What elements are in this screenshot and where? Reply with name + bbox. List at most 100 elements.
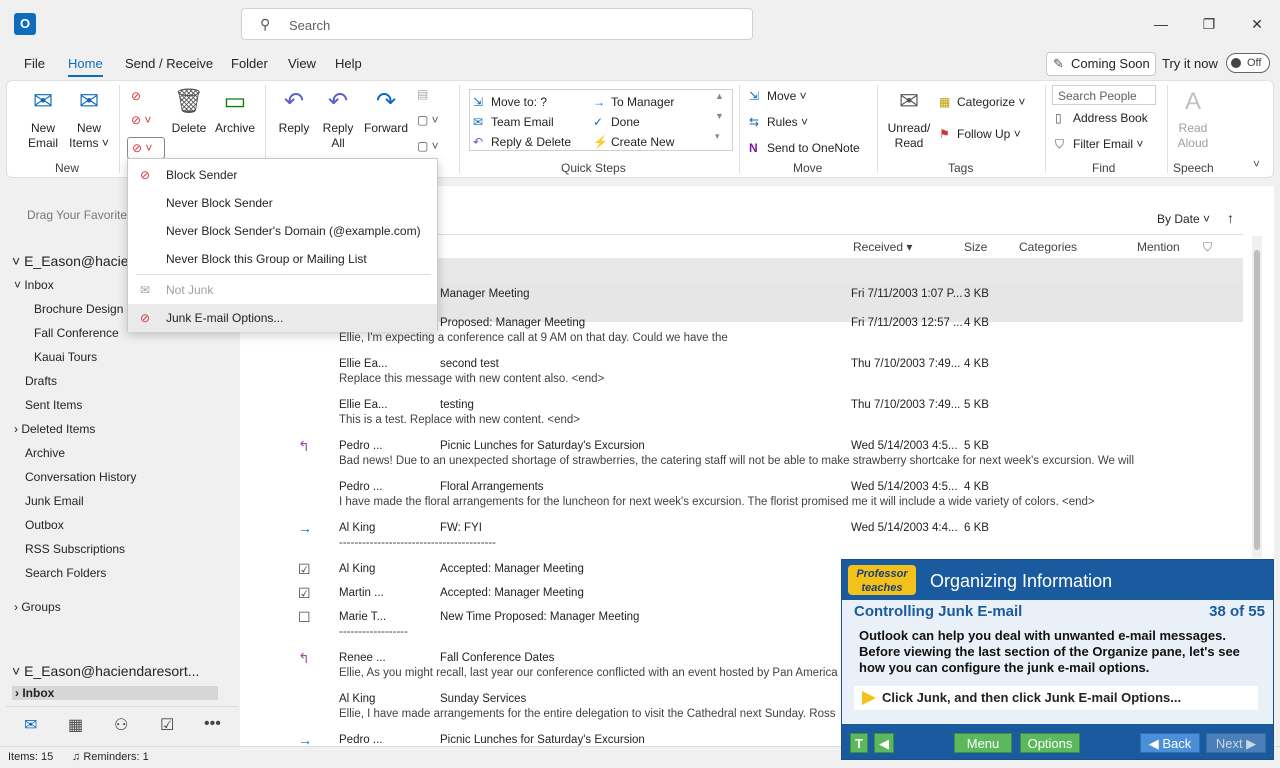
tutorial-back-button[interactable]: ◀ Back: [1140, 733, 1200, 753]
search-box[interactable]: ⚲ Search: [241, 8, 753, 40]
minimize-button[interactable]: —: [1146, 10, 1176, 38]
more-respond-icon[interactable]: ▢ ˅: [417, 139, 439, 153]
menu-item-never-block-domain[interactable]: Never Block Sender's Domain (@example.co…: [128, 217, 437, 245]
new-email-button[interactable]: ✉ New Email: [23, 87, 63, 151]
menu-item-block-sender[interactable]: ⊘ Block Sender: [128, 161, 437, 189]
mail-icon[interactable]: ✉: [24, 715, 37, 735]
list-scrollbar[interactable]: [1252, 236, 1262, 558]
archive-button[interactable]: ▭ Archive: [213, 87, 257, 136]
tutorial-next-button[interactable]: Next ▶: [1206, 733, 1266, 753]
scrollbar-thumb[interactable]: [1254, 250, 1260, 550]
folder-fall-conference[interactable]: Fall Conference: [34, 326, 119, 340]
menu-divider: [136, 274, 431, 275]
junk-dropdown-button[interactable]: ⊘ ˅: [127, 137, 165, 159]
tutorial-options-button[interactable]: Options: [1020, 733, 1080, 753]
tab-view[interactable]: View: [288, 56, 316, 71]
tutorial-t-button[interactable]: T: [850, 733, 868, 753]
account-header-2[interactable]: ˅ E_Eason@haciendaresort...: [12, 663, 199, 679]
folder-kauai-tours[interactable]: Kauai Tours: [34, 350, 97, 364]
tutorial-menu-button[interactable]: Menu: [954, 733, 1012, 753]
table-row[interactable]: Ellie Ea... second test Thu 7/10/2003 7:49…: [240, 352, 1243, 392]
collapse-ribbon-icon[interactable]: ˅: [1253, 157, 1260, 171]
message-size: 4 KB: [964, 317, 989, 329]
sort-direction-icon[interactable]: ↑: [1227, 210, 1234, 226]
account-header-1[interactable]: ˅ E_Eason@hacie: [12, 253, 129, 269]
quick-steps-scroll-icon[interactable]: ▲ ▼ ▾: [715, 91, 724, 142]
more-apps-icon[interactable]: •••: [204, 715, 221, 733]
categorize-button[interactable]: ▦ Categorize ˅: [939, 95, 1025, 109]
folder-deleted-items[interactable]: › Deleted Items: [14, 422, 95, 436]
tab-file[interactable]: File: [24, 56, 45, 71]
new-items-button[interactable]: ✉ New Items ˅: [67, 87, 111, 151]
meeting-icon[interactable]: ▤: [417, 87, 428, 101]
column-mention[interactable]: Mention: [1137, 240, 1180, 254]
folder-search-folders[interactable]: Search Folders: [25, 566, 106, 580]
table-row[interactable]: Pedro ... Floral Arrangements Wed 5/14/200…: [240, 475, 1243, 515]
folder-drafts[interactable]: Drafts: [25, 374, 57, 388]
reply-all-button[interactable]: ↶ Reply All: [317, 87, 359, 151]
folder-rss-subscriptions[interactable]: RSS Subscriptions: [25, 542, 125, 556]
try-it-toggle[interactable]: Off: [1226, 53, 1270, 73]
folder-outbox[interactable]: Outbox: [25, 518, 64, 532]
folder-junk-email[interactable]: Junk Email: [25, 494, 84, 508]
quick-step-move-to[interactable]: ⇲ Move to: ?: [473, 95, 547, 109]
menu-item-never-block-group[interactable]: Never Block this Group or Mailing List: [128, 245, 437, 273]
tutorial-prev-icon[interactable]: ◀: [874, 733, 894, 753]
send-to-onenote-button[interactable]: N Send to OneNote: [749, 141, 860, 155]
tasks-icon[interactable]: ☑: [160, 715, 174, 735]
tab-home[interactable]: Home: [68, 56, 103, 77]
message-subject: Accepted: Manager Meeting: [440, 587, 584, 599]
folder-sent-items[interactable]: Sent Items: [25, 398, 82, 412]
tab-help[interactable]: Help: [335, 56, 362, 71]
read-aloud-button[interactable]: A Read Aloud: [1173, 87, 1213, 151]
quick-step-team-email[interactable]: ✉ Team Email: [473, 115, 554, 129]
column-received[interactable]: Received ▾: [853, 240, 912, 254]
rules-button[interactable]: ⇆ Rules ˅: [749, 115, 808, 129]
quick-step-create-new[interactable]: ⚡ Create New: [593, 135, 674, 149]
table-row[interactable]: Ellie Ea... testing Thu 7/10/2003 7:49... 5…: [240, 393, 1243, 433]
follow-up-button[interactable]: ⚑ Follow Up ˅: [939, 127, 1021, 141]
people-icon[interactable]: ⚇: [114, 715, 128, 735]
unread-read-button[interactable]: ✉ Unread/ Read: [883, 87, 935, 151]
address-book-button[interactable]: ▯ Address Book: [1055, 111, 1148, 125]
close-button[interactable]: ✕: [1242, 10, 1272, 38]
coming-soon-button[interactable]: ✎ Coming Soon: [1046, 52, 1156, 76]
new-email-label-1: New: [30, 121, 55, 135]
folder-inbox-2[interactable]: › Inbox: [12, 686, 218, 700]
search-people-input[interactable]: Search People: [1052, 85, 1156, 105]
quick-step-reply-delete[interactable]: ↶ Reply & Delete: [473, 135, 571, 149]
folder-conversation-history[interactable]: Conversation History: [25, 470, 136, 484]
delete-button[interactable]: 🗑 Delete: [171, 87, 207, 136]
professor-teaches-logo: Professor teaches: [848, 565, 916, 595]
quick-step-to-manager[interactable]: → To Manager: [593, 95, 674, 109]
im-icon[interactable]: ▢ ˅: [417, 113, 439, 127]
forward-button[interactable]: ↷ Forward: [361, 87, 411, 136]
filter-email-button[interactable]: ⛉ Filter Email ˅: [1055, 137, 1143, 152]
message-size: 3 KB: [964, 288, 989, 300]
folder-brochure-design[interactable]: Brochure Design: [34, 302, 123, 316]
tab-send-receive[interactable]: Send / Receive: [125, 56, 213, 71]
quick-step-done[interactable]: ✓ Done: [593, 115, 640, 129]
table-row[interactable]: → Al King FW: FYI Wed 5/14/2003 4:4... 6 KB -…: [240, 516, 1243, 556]
reminders[interactable]: ♫ Reminders: 1: [72, 751, 149, 763]
maximize-button[interactable]: ❐: [1194, 10, 1224, 38]
table-row[interactable]: ↰ Pedro ... Picnic Lunches for Saturday's …: [240, 434, 1243, 474]
menu-item-not-junk[interactable]: ✉ Not Junk: [128, 276, 437, 304]
menu-item-junk-email-options[interactable]: ⊘ Junk E-mail Options...: [128, 304, 437, 332]
move-button[interactable]: ⇲ Move ˅: [749, 89, 807, 103]
folder-inbox[interactable]: ˅ Inbox: [14, 278, 54, 292]
reply-button[interactable]: ↶ Reply: [275, 87, 313, 136]
menu-item-never-block-sender[interactable]: Never Block Sender: [128, 189, 437, 217]
column-categories[interactable]: Categories: [1019, 240, 1077, 254]
message-subject: Fall Conference Dates: [440, 652, 555, 664]
folder-archive[interactable]: Archive: [25, 446, 65, 460]
message-received: Fri 7/11/2003 1:07 P...: [851, 288, 963, 300]
sort-by-dropdown[interactable]: By Date ˅: [1157, 212, 1210, 226]
groups-header[interactable]: › Groups: [14, 600, 61, 614]
column-size[interactable]: Size: [964, 240, 987, 254]
tab-folder[interactable]: Folder: [231, 56, 268, 71]
cleanup-icon[interactable]: ⊘ ˅: [131, 113, 151, 127]
ignore-icon[interactable]: ⊘: [131, 89, 141, 103]
filter-column-icon[interactable]: ⛉: [1203, 240, 1212, 255]
calendar-icon[interactable]: ▦: [68, 715, 83, 735]
